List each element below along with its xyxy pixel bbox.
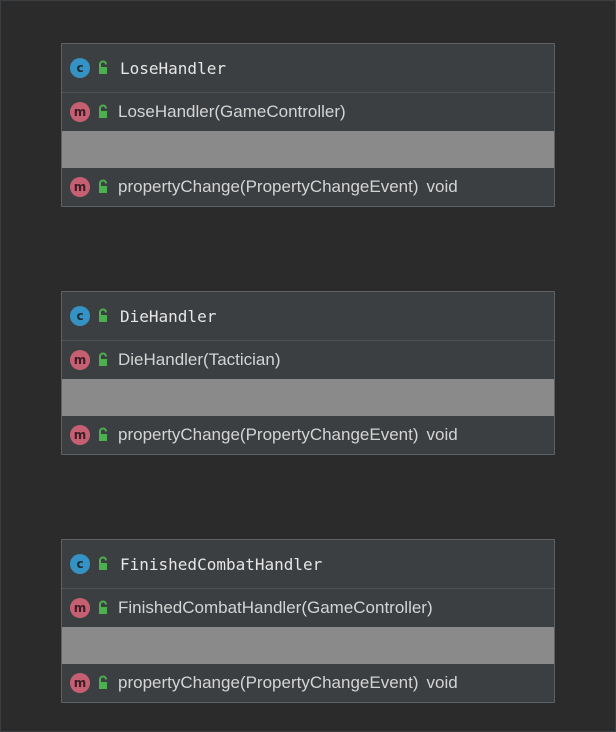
public-unlock-icon	[99, 308, 107, 322]
fields-section-empty	[62, 379, 554, 416]
method-return-type: void	[426, 673, 458, 692]
constructor-signature: DieHandler(Tactician)	[118, 350, 281, 369]
method-signature: propertyChange(PropertyChangeEvent)	[118, 673, 419, 692]
method-icon: m	[70, 177, 90, 197]
method-row[interactable]: m propertyChange(PropertyChangeEvent) vo…	[62, 168, 554, 206]
constructor-row[interactable]: m LoseHandler(GameController)	[62, 93, 554, 131]
class-name: DieHandler	[120, 306, 217, 326]
class-icon: c	[70, 306, 90, 326]
method-signature: propertyChange(PropertyChangeEvent)	[118, 177, 419, 196]
class-name: LoseHandler	[120, 58, 226, 78]
method-icon: m	[70, 598, 90, 618]
fields-section-empty	[62, 131, 554, 168]
class-box-lose-handler[interactable]: c LoseHandler m LoseHandler(GameControll…	[61, 43, 555, 207]
method-signature: propertyChange(PropertyChangeEvent)	[118, 425, 419, 444]
method-icon: m	[70, 425, 90, 445]
public-unlock-icon	[99, 556, 107, 570]
class-box-finished-combat-handler[interactable]: c FinishedCombatHandler m FinishedCombat…	[61, 539, 555, 703]
fields-section-empty	[62, 627, 554, 664]
public-unlock-icon	[99, 600, 107, 614]
class-header[interactable]: c LoseHandler	[62, 44, 554, 93]
method-icon: m	[70, 350, 90, 370]
constructor-row[interactable]: m DieHandler(Tactician)	[62, 341, 554, 379]
public-unlock-icon	[99, 427, 107, 441]
method-row[interactable]: m propertyChange(PropertyChangeEvent) vo…	[62, 416, 554, 454]
public-unlock-icon	[99, 179, 107, 193]
class-box-die-handler[interactable]: c DieHandler m DieHandler(Tactician) m p…	[61, 291, 555, 455]
public-unlock-icon	[99, 352, 107, 366]
class-icon: c	[70, 58, 90, 78]
method-icon: m	[70, 673, 90, 693]
class-header[interactable]: c DieHandler	[62, 292, 554, 341]
constructor-signature: FinishedCombatHandler(GameController)	[118, 598, 433, 617]
class-name: FinishedCombatHandler	[120, 554, 323, 574]
public-unlock-icon	[99, 675, 107, 689]
class-icon: c	[70, 554, 90, 574]
class-header[interactable]: c FinishedCombatHandler	[62, 540, 554, 589]
method-row[interactable]: m propertyChange(PropertyChangeEvent) vo…	[62, 664, 554, 702]
method-icon: m	[70, 102, 90, 122]
public-unlock-icon	[99, 104, 107, 118]
method-return-type: void	[426, 425, 458, 444]
constructor-row[interactable]: m FinishedCombatHandler(GameController)	[62, 589, 554, 627]
public-unlock-icon	[99, 60, 107, 74]
method-return-type: void	[426, 177, 458, 196]
constructor-signature: LoseHandler(GameController)	[118, 102, 346, 121]
